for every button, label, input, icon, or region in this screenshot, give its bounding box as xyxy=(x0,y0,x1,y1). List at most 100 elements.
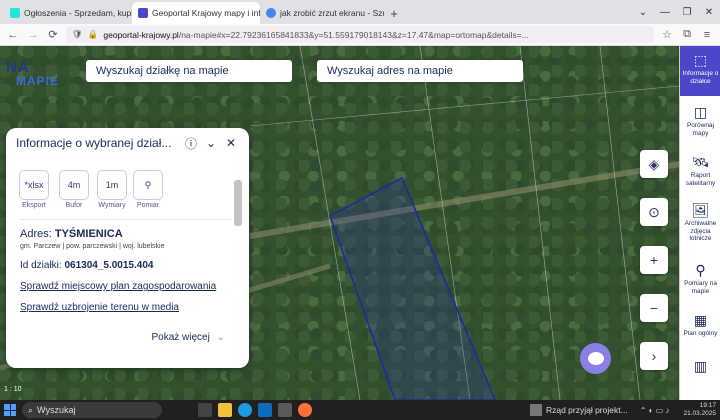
reload-icon[interactable]: ⟳ xyxy=(46,28,60,41)
sidebar-item-compare-maps[interactable]: ◫ Porównaj mapy xyxy=(680,96,720,146)
chat-bubble-icon xyxy=(587,352,604,365)
parcel-id-line: Id działki: 061304_5.0015.404 xyxy=(6,250,249,271)
window-controls: ⌄ — ❐ ✕ xyxy=(632,0,720,24)
sidebar-label: Informacje o działce xyxy=(682,70,719,85)
export-label: Eksport xyxy=(22,202,46,209)
check-utilities-link[interactable]: Sprawdź uzbrojenie terenu w media xyxy=(6,292,249,313)
check-zoning-plan-link[interactable]: Sprawdź miejscowy plan zagospodarowania xyxy=(6,271,249,292)
sidebar-label: Plan ogólny xyxy=(683,330,718,338)
logo-text-bottom: MAPIE xyxy=(16,74,60,88)
shield-icon[interactable]: 🛡 xyxy=(72,29,83,40)
address-value: TYŚMIENICA xyxy=(54,228,123,240)
next-button[interactable]: › xyxy=(640,342,668,370)
dimensions-icon: 1m xyxy=(97,170,127,200)
browser-tab[interactable]: Ogłoszenia - Sprzedam, kupię i... ✕ xyxy=(4,2,132,24)
sidebar-item-archive-photos[interactable]: 🖼 Archiwalne zdjęcia lotnicze xyxy=(680,196,720,256)
measurement-pins-icon: ⚲ xyxy=(695,262,706,278)
chevron-down-icon: ⌄ xyxy=(216,332,225,343)
export-xlsx-icon: *xlsx xyxy=(19,170,49,200)
new-tab-button[interactable]: + xyxy=(384,2,404,24)
navigation-bar: ← → ⟳ 🛡 🔒 geoportal-krajowy.pl/na-mapie#… xyxy=(0,24,720,46)
dimensions-tool[interactable]: 1m Wymiary xyxy=(96,170,128,209)
zoom-in-button[interactable]: + xyxy=(640,246,668,274)
tab-label: Ogłoszenia - Sprzedam, kupię i... xyxy=(24,8,132,18)
bookmark-star-icon[interactable]: ☆ xyxy=(660,28,674,41)
system-tray-icons[interactable]: ⌃ ◐ ▭ ♪ xyxy=(640,406,670,415)
scrollbar-thumb[interactable] xyxy=(234,180,242,226)
forward-arrow-icon[interactable]: → xyxy=(26,29,40,41)
list-tabs-button[interactable]: ⌄ xyxy=(632,0,654,24)
sidebar-label: Archiwalne zdjęcia lotnicze xyxy=(684,220,717,243)
right-sidebar: ⬚ Informacje o działce ◫ Porównaj mapy 🛰… xyxy=(679,46,720,400)
sidebar-item-satellite-report[interactable]: 🛰 Raport satelitarny xyxy=(680,146,720,196)
minimize-button[interactable]: — xyxy=(654,0,676,24)
sidebar-item-parcel-info[interactable]: ⬚ Informacje o działce xyxy=(680,46,720,96)
export-tool[interactable]: *xlsx Eksport xyxy=(18,170,50,209)
edge-icon[interactable] xyxy=(238,403,252,417)
browser-tab[interactable]: jak zrobić zrzut ekranu - Szuka... ✕ xyxy=(260,2,384,24)
clock-date: 21.03.2025 xyxy=(683,410,716,417)
search-address-button[interactable]: Wyszukaj adres na mapie xyxy=(317,60,523,82)
extensions-icon[interactable]: ⧉ xyxy=(680,28,694,41)
lock-icon[interactable]: 🔒 xyxy=(88,29,99,40)
address-detail: gm. Parczew | pow. parczewski | woj. lub… xyxy=(20,243,165,250)
address-bar[interactable]: 🛡 🔒 geoportal-krajowy.pl/na-mapie#x=22.7… xyxy=(66,26,654,43)
sidebar-label: Raport satelitarny xyxy=(685,172,716,187)
selected-parcel[interactable] xyxy=(329,176,496,400)
book-icon: ▥ xyxy=(693,358,708,374)
news-thumbnail-icon xyxy=(529,404,542,416)
parcel-select-icon: ⬚ xyxy=(693,52,708,68)
parcel-id-label: Id działki: xyxy=(20,260,62,271)
help-icon[interactable]: ⓘ xyxy=(183,135,199,152)
google-favicon-icon xyxy=(266,8,276,18)
measure-tool[interactable]: ⚲ Pomiar xyxy=(132,170,164,209)
show-more-button[interactable]: Pokaż więcej ⌄ xyxy=(151,332,225,343)
sidebar-item-more[interactable]: ▥ xyxy=(680,352,720,392)
sidebar-item-measurements[interactable]: ⚲ Pomiary na mapie xyxy=(680,256,720,306)
chevron-down-icon[interactable]: ⌄ xyxy=(203,136,219,150)
search-parcel-button[interactable]: Wyszukaj działkę na mapie xyxy=(86,60,292,82)
close-icon[interactable]: ✕ xyxy=(223,136,239,150)
measure-label: Pomiar xyxy=(136,202,160,209)
file-explorer-icon[interactable] xyxy=(218,403,232,417)
panel-tools: *xlsx Eksport 4m Bufor 1m Wymiary ⚲ Pomi… xyxy=(6,158,249,209)
address-label: Adres: xyxy=(20,228,52,240)
sidebar-item-general-plan[interactable]: ▦ Plan ogólny xyxy=(680,306,720,352)
address-block: Adres: TYŚMIENICA gm. Parczew | pow. par… xyxy=(6,220,249,250)
buffer-label: Bufor xyxy=(65,202,83,209)
url-path: /na-mapie#x=22.79236165841833&y=51.55917… xyxy=(178,29,529,40)
restore-button[interactable]: ❐ xyxy=(676,0,698,24)
dimensions-label: Wymiary xyxy=(98,202,126,209)
satellite-icon: 🛰 xyxy=(691,154,710,170)
locate-button[interactable]: ⊙ xyxy=(640,198,668,226)
news-widget[interactable]: Rząd przyjął projekt... xyxy=(529,404,628,416)
windows-start-icon[interactable] xyxy=(4,404,16,416)
menu-icon[interactable]: ≡ xyxy=(700,29,714,41)
olx-favicon-icon xyxy=(10,8,20,18)
clock-time: 19:17 xyxy=(699,402,716,410)
measure-icon: ⚲ xyxy=(133,170,163,200)
news-headline: Rząd przyjął projekt... xyxy=(545,405,628,415)
clock[interactable]: 19:17 21.03.2025 xyxy=(683,402,716,418)
parcel-id-value: 061304_5.0015.404 xyxy=(64,260,154,271)
buffer-tool[interactable]: 4m Bufor xyxy=(58,170,90,209)
firefox-icon[interactable] xyxy=(298,403,312,417)
back-arrow-icon[interactable]: ← xyxy=(6,29,20,41)
windows-taskbar: ⌕ Wyszukaj Rząd przyjął projekt... ⌃ ◐ ▭… xyxy=(0,400,720,420)
zoom-out-button[interactable]: − xyxy=(640,294,668,322)
layers-button[interactable]: ◈ xyxy=(640,150,668,178)
sidebar-label: Pomiary na mapie xyxy=(684,280,717,295)
compare-icon: ◫ xyxy=(693,104,708,120)
task-view-icon[interactable] xyxy=(198,403,212,417)
taskbar-search-placeholder: Wyszukaj xyxy=(37,405,76,415)
chat-button[interactable] xyxy=(580,343,611,374)
taskbar-search[interactable]: ⌕ Wyszukaj xyxy=(22,402,162,418)
close-window-button[interactable]: ✕ xyxy=(698,0,720,24)
buffer-icon: 4m xyxy=(59,170,89,200)
panel-scrollbar[interactable] xyxy=(234,180,242,358)
browser-tab-active[interactable]: Geoportal Krajowy mapy i info... ✕ xyxy=(132,2,260,24)
outlook-icon[interactable] xyxy=(258,403,272,417)
na-mapie-logo[interactable]: NA MAPIE xyxy=(6,60,59,87)
store-icon[interactable] xyxy=(278,403,292,417)
show-more-label: Pokaż więcej xyxy=(151,332,210,343)
